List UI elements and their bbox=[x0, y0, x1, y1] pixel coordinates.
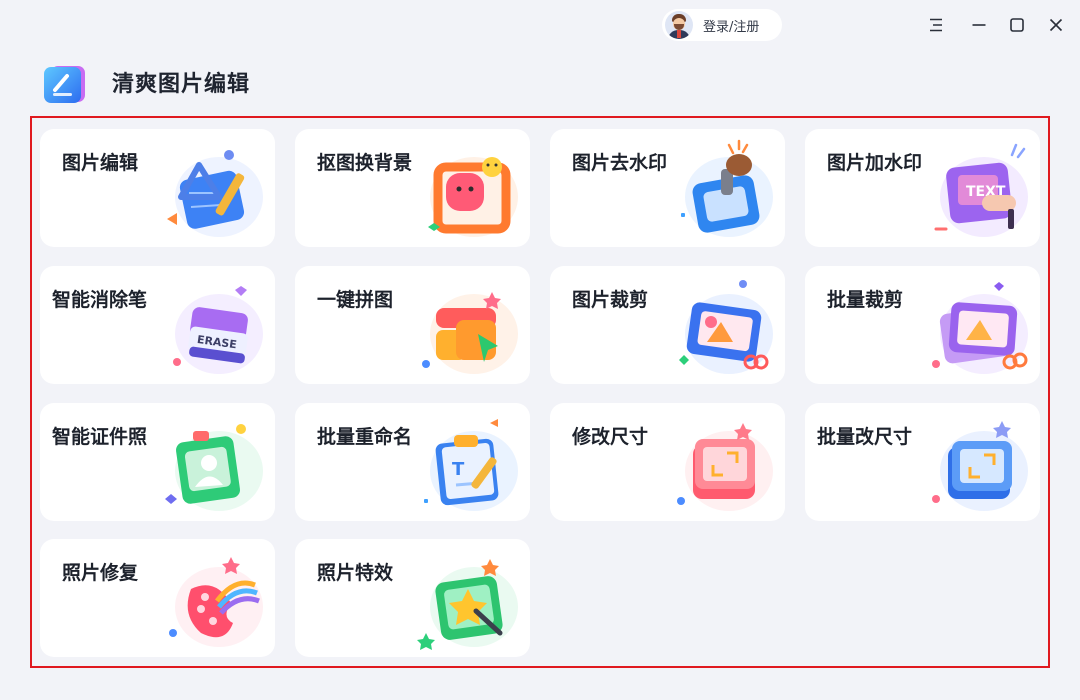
tool-label: 批量重命名 bbox=[317, 426, 413, 448]
tool-label: 一键拼图 bbox=[317, 289, 394, 311]
tool-label: 照片修复 bbox=[62, 562, 139, 584]
app-logo-icon bbox=[44, 66, 85, 103]
tool-id-photo[interactable]: 智能证件照 bbox=[40, 403, 275, 521]
collage-icon bbox=[422, 292, 518, 374]
eraser-icon: ERASE bbox=[173, 286, 263, 374]
photo-restore-icon bbox=[169, 557, 263, 647]
tool-label: 智能消除笔 bbox=[52, 289, 148, 311]
maximize-icon bbox=[1010, 18, 1024, 32]
photo-effects-icon bbox=[417, 559, 518, 650]
tool-eraser[interactable]: 智能消除笔 ERASE bbox=[40, 266, 275, 384]
tool-batch-resize[interactable]: 批量改尺寸 bbox=[805, 403, 1040, 521]
image-edit-icon bbox=[167, 150, 263, 237]
cutout-background-icon bbox=[428, 157, 518, 237]
tool-label: 批量裁剪 bbox=[827, 289, 904, 311]
avatar bbox=[665, 11, 693, 39]
tool-crop-image[interactable]: 图片裁剪 bbox=[550, 266, 785, 384]
add-watermark-icon: TEXT bbox=[934, 143, 1028, 237]
tool-batch-crop[interactable]: 批量裁剪 bbox=[805, 266, 1040, 384]
tool-remove-watermark[interactable]: 图片去水印 bbox=[550, 129, 785, 247]
close-button[interactable] bbox=[1043, 12, 1069, 38]
remove-watermark-icon bbox=[681, 139, 773, 237]
tool-batch-rename[interactable]: 批量重命名 T bbox=[295, 403, 530, 521]
tool-label: 修改尺寸 bbox=[572, 426, 649, 448]
id-photo-icon bbox=[165, 424, 263, 511]
svg-text:T: T bbox=[452, 459, 465, 480]
resize-icon bbox=[677, 423, 773, 511]
tool-label: 批量改尺寸 bbox=[817, 426, 913, 448]
tool-label: 智能证件照 bbox=[52, 426, 148, 448]
menu-icon bbox=[930, 18, 942, 32]
app-title: 清爽图片编辑 bbox=[112, 72, 251, 97]
minimize-button[interactable] bbox=[966, 12, 992, 38]
login-register-button[interactable]: 登录/注册 bbox=[662, 9, 782, 41]
tool-photo-restore[interactable]: 照片修复 bbox=[40, 539, 275, 657]
minimize-icon bbox=[972, 24, 986, 26]
tool-image-edit[interactable]: 图片编辑 bbox=[40, 129, 275, 247]
login-register-label: 登录/注册 bbox=[703, 19, 760, 35]
tool-photo-effects[interactable]: 照片特效 bbox=[295, 539, 530, 657]
tool-cutout-background[interactable]: 抠图换背景 bbox=[295, 129, 530, 247]
tool-label: 图片裁剪 bbox=[572, 289, 649, 311]
crop-image-icon bbox=[679, 280, 773, 374]
tool-label: 照片特效 bbox=[317, 562, 394, 584]
tool-collage[interactable]: 一键拼图 bbox=[295, 266, 530, 384]
batch-crop-icon bbox=[932, 282, 1028, 374]
close-icon bbox=[1049, 18, 1063, 32]
app-window: 登录/注册 清爽图片编辑 图片编辑 抠图换背景 图片去水印 图片加水印 TEXT… bbox=[0, 0, 1080, 700]
batch-rename-icon: T bbox=[424, 419, 518, 511]
menu-button[interactable] bbox=[923, 12, 949, 38]
maximize-button[interactable] bbox=[1004, 12, 1030, 38]
tool-add-watermark[interactable]: 图片加水印 TEXT bbox=[805, 129, 1040, 247]
tools-grid: 图片编辑 抠图换背景 图片去水印 图片加水印 TEXT 智能消除笔 ERASE … bbox=[30, 116, 1050, 668]
batch-resize-icon bbox=[932, 421, 1028, 511]
tool-label: 抠图换背景 bbox=[317, 152, 413, 174]
tool-label: 图片编辑 bbox=[62, 152, 139, 174]
tool-label: 图片加水印 bbox=[827, 152, 923, 174]
tool-resize[interactable]: 修改尺寸 bbox=[550, 403, 785, 521]
tool-label: 图片去水印 bbox=[572, 152, 668, 174]
